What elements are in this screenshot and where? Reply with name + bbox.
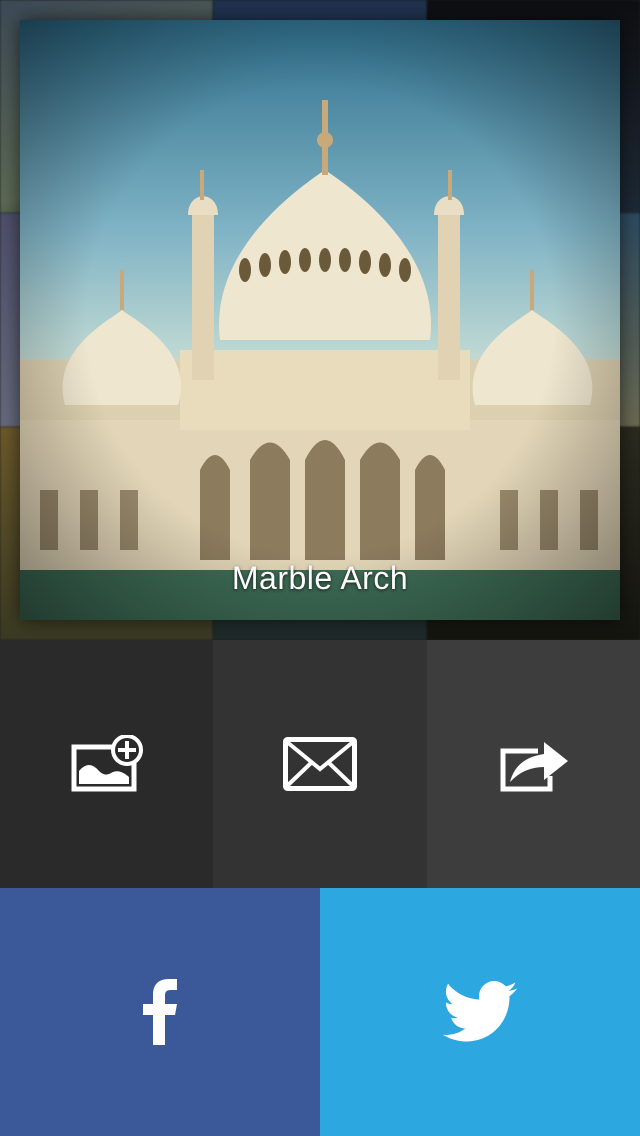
photo-caption: Marble Arch (231, 560, 409, 596)
photo-card[interactable]: Marble Arch (20, 20, 620, 620)
social-share-bar (0, 888, 640, 1136)
mail-icon (283, 737, 357, 791)
share-button[interactable] (427, 640, 640, 888)
twitter-icon (442, 981, 518, 1042)
save-to-photos-button[interactable] (0, 640, 213, 888)
facebook-icon (143, 979, 177, 1045)
facebook-share-button[interactable] (0, 888, 320, 1136)
share-icon (500, 742, 568, 792)
action-bar (0, 640, 640, 888)
add-photo-icon (71, 735, 143, 792)
email-button[interactable] (213, 640, 427, 888)
palace-photo (20, 100, 620, 620)
twitter-share-button[interactable] (320, 888, 640, 1136)
